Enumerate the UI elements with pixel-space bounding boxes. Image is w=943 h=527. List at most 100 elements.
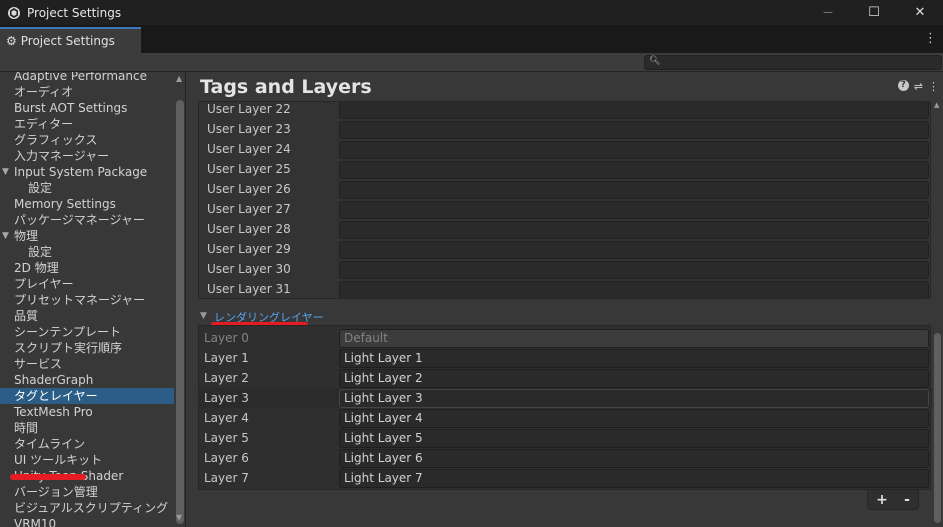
tab-project-settings[interactable]: ⚙ Project Settings — [0, 27, 141, 53]
rendering-layer-row[interactable]: Layer 4 Light Layer 4 — [199, 408, 932, 428]
maximize-icon: ☐ — [868, 5, 880, 20]
sidebar-item[interactable]: 時間 — [0, 420, 174, 436]
sidebar-item[interactable]: Adaptive Performance — [0, 72, 174, 84]
foldout-arrow-icon[interactable]: ▼ — [200, 311, 207, 321]
sidebar-item[interactable]: エディター — [0, 116, 174, 132]
add-button[interactable]: + — [876, 492, 888, 508]
sidebar-item[interactable]: 設定 — [0, 180, 174, 196]
sidebar-item[interactable]: プレイヤー — [0, 276, 174, 292]
sidebar-item[interactable]: 2D 物理 — [0, 260, 174, 276]
window-title: Project Settings — [27, 5, 122, 20]
sidebar-item[interactable]: 品質 — [0, 308, 174, 324]
unity-logo-icon — [8, 6, 20, 19]
rendering-layer-label: Layer 3 — [204, 391, 249, 405]
sidebar-item[interactable]: 入力マネージャー — [0, 148, 174, 164]
sidebar-item-label: 2D 物理 — [14, 261, 59, 275]
remove-button[interactable]: - — [904, 492, 910, 508]
sidebar-item[interactable]: オーディオ — [0, 84, 174, 100]
user-layer-row: User Layer 27 — [199, 200, 930, 220]
rendering-layer-name-field[interactable]: Light Layer 1 — [339, 349, 929, 368]
rendering-layer-row[interactable]: Layer 5 Light Layer 5 — [199, 428, 932, 448]
search-input[interactable]: 🔍︎ — [644, 55, 942, 70]
user-layer-name-field[interactable] — [339, 221, 929, 239]
sidebar-item[interactable]: タグとレイヤー — [0, 388, 174, 404]
main-scroll-thumb[interactable] — [934, 333, 941, 523]
rendering-layer-row[interactable]: Layer 3 Light Layer 3 — [199, 388, 932, 408]
sidebar-item-label: Burst AOT Settings — [14, 101, 128, 115]
sidebar-item-label: 時間 — [14, 421, 39, 435]
more-options-icon[interactable]: ⋮ — [928, 80, 939, 93]
user-layers-list: User Layer 22 User Layer 23 User Layer 24 U… — [198, 101, 931, 299]
user-layer-name-field[interactable] — [339, 261, 929, 279]
rendering-layer-name-field[interactable]: Light Layer 7 — [339, 469, 929, 488]
foldout-arrow-icon[interactable]: ▼ — [2, 164, 9, 180]
user-layer-name-field[interactable] — [339, 161, 929, 179]
sidebar-item-label: タイムライン — [14, 437, 86, 451]
rendering-layer-row[interactable]: Layer 6 Light Layer 6 — [199, 448, 932, 468]
help-icon[interactable]: ? — [897, 80, 909, 91]
scroll-up-icon[interactable]: ▲ — [934, 101, 939, 109]
rendering-layer-row[interactable]: Layer 0 Default — [199, 328, 932, 348]
user-layer-name-field[interactable] — [339, 241, 929, 259]
sidebar-scrollbar[interactable]: ▲ ▼ — [174, 72, 185, 527]
rendering-layer-label: Layer 0 — [204, 331, 249, 345]
sidebar-item-label: ShaderGraph — [14, 373, 94, 387]
user-layer-name-field[interactable] — [339, 281, 929, 298]
user-layer-row: User Layer 31 — [199, 280, 930, 298]
foldout-arrow-icon[interactable]: ▼ — [2, 228, 9, 244]
sidebar-item[interactable]: Burst AOT Settings — [0, 100, 174, 116]
sidebar-item-label: スクリプト実行順序 — [14, 341, 123, 355]
rendering-layer-row[interactable]: Layer 7 Light Layer 7 — [199, 468, 932, 488]
rendering-layer-name-field[interactable]: Light Layer 2 — [339, 369, 929, 388]
more-options-icon[interactable]: ⋮ — [924, 31, 937, 46]
sidebar-item[interactable]: ビジュアルスクリプティング — [0, 500, 174, 516]
sidebar-item-label: プリセットマネージャー — [14, 293, 146, 307]
user-layer-label: User Layer 25 — [207, 162, 291, 176]
user-layer-name-field[interactable] — [339, 201, 929, 219]
user-layer-row: User Layer 25 — [199, 160, 930, 180]
main-scrollbar[interactable]: ▲ — [932, 101, 943, 527]
rendering-layer-name-field[interactable]: Light Layer 5 — [339, 429, 929, 448]
rendering-layer-row[interactable]: Layer 1 Light Layer 1 — [199, 348, 932, 368]
user-layer-name-field[interactable] — [339, 121, 929, 139]
rendering-layer-name-field[interactable]: Light Layer 4 — [339, 409, 929, 428]
header-icons: ? ⇌ ⋮ — [897, 80, 939, 93]
rendering-layer-name-field[interactable]: Light Layer 3 — [339, 389, 929, 408]
sidebar-item[interactable]: サービス — [0, 356, 174, 372]
sidebar-item[interactable]: 設定 — [0, 244, 174, 260]
sidebar-scroll-thumb[interactable] — [176, 100, 184, 524]
sidebar-item-label: パッケージマネージャー — [14, 213, 145, 227]
sidebar-item[interactable]: ShaderGraph — [0, 372, 174, 388]
user-layer-name-field[interactable] — [339, 102, 929, 119]
sidebar-item[interactable]: TextMesh Pro — [0, 404, 174, 420]
sidebar-item[interactable]: プリセットマネージャー — [0, 292, 174, 308]
sidebar-item[interactable]: パッケージマネージャー — [0, 212, 174, 228]
sidebar-item-label: Memory Settings — [14, 197, 116, 211]
sidebar-item[interactable]: グラフィックス — [0, 132, 174, 148]
sidebar-item[interactable]: VRM10 — [0, 516, 174, 527]
sidebar-item[interactable]: ▼ 物理 — [0, 228, 174, 244]
rendering-layer-name-field[interactable]: Light Layer 6 — [339, 449, 929, 468]
user-layer-row: User Layer 22 — [199, 102, 930, 120]
sidebar-item[interactable]: シーンテンプレート — [0, 324, 174, 340]
sidebar-item[interactable]: UI ツールキット — [0, 452, 174, 468]
settings-sidebar: Adaptive Performance オーディオ Burst AOT Setti… — [0, 72, 186, 527]
rendering-layer-label: Layer 1 — [204, 351, 249, 365]
minimize-button[interactable]: — — [805, 0, 851, 25]
annotation-underline — [10, 474, 86, 480]
maximize-button[interactable]: ☐ — [851, 0, 897, 25]
preset-sliders-icon[interactable]: ⇌ — [914, 80, 923, 93]
sidebar-item-label: プレイヤー — [14, 277, 74, 291]
sidebar-item[interactable]: バージョン管理 — [0, 484, 174, 500]
sidebar-item[interactable]: スクリプト実行順序 — [0, 340, 174, 356]
user-layer-row: User Layer 28 — [199, 220, 930, 240]
scroll-up-icon[interactable]: ▲ — [176, 74, 182, 83]
close-button[interactable]: ✕ — [897, 0, 943, 25]
scroll-down-icon[interactable]: ▼ — [176, 513, 182, 522]
rendering-layer-row[interactable]: Layer 2 Light Layer 2 — [199, 368, 932, 388]
sidebar-item[interactable]: Memory Settings — [0, 196, 174, 212]
user-layer-name-field[interactable] — [339, 141, 929, 159]
sidebar-item[interactable]: タイムライン — [0, 436, 174, 452]
sidebar-item[interactable]: ▼ Input System Package — [0, 164, 174, 180]
user-layer-name-field[interactable] — [339, 181, 929, 199]
